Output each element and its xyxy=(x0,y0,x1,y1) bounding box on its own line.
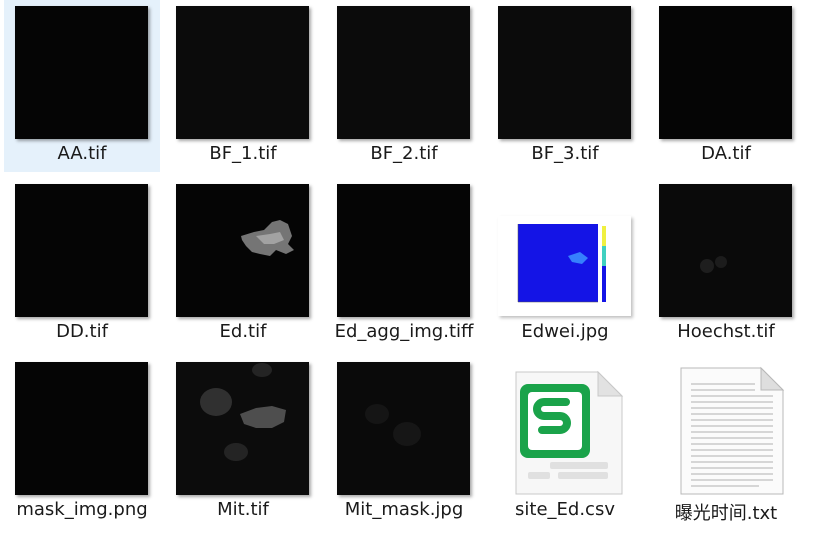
file-name: 曝光时间.txt xyxy=(674,503,778,524)
file-name: BF_1.tif xyxy=(209,143,277,164)
tif-thumbnail xyxy=(176,6,309,139)
png-thumbnail xyxy=(15,362,148,495)
jpg-thumbnail xyxy=(337,362,470,495)
tif-thumbnail xyxy=(498,6,631,139)
file-name: Hoechst.tif xyxy=(677,321,775,342)
file-item-aa[interactable]: AA.tif xyxy=(4,0,160,172)
file-name: Ed.tif xyxy=(219,321,267,342)
file-item-exposure-time[interactable]: 曝光时间.txt xyxy=(648,356,804,528)
file-item-mask-img[interactable]: mask_img.png xyxy=(4,356,160,528)
cell-image-thumbnail xyxy=(176,184,309,317)
file-item-edwei[interactable]: Edwei.jpg xyxy=(487,178,643,350)
tif-thumbnail xyxy=(337,184,470,317)
file-item-site-ed[interactable]: site_Ed.csv xyxy=(487,356,643,528)
text-file-icon xyxy=(659,362,792,495)
file-grid: AA.tif BF_1.tif BF_2.tif BF_3.tif DA.tif… xyxy=(0,0,835,546)
file-item-bf3[interactable]: BF_3.tif xyxy=(487,0,643,172)
tif-thumbnail xyxy=(15,184,148,317)
tif-thumbnail xyxy=(337,6,470,139)
file-item-bf1[interactable]: BF_1.tif xyxy=(165,0,321,172)
file-item-hoechst[interactable]: Hoechst.tif xyxy=(648,178,804,350)
file-name: DA.tif xyxy=(701,143,751,164)
tif-thumbnail xyxy=(15,6,148,139)
file-item-mit-mask[interactable]: Mit_mask.jpg xyxy=(326,356,482,528)
file-name: Edwei.jpg xyxy=(521,321,609,342)
file-name: AA.tif xyxy=(57,143,107,164)
file-item-dd[interactable]: DD.tif xyxy=(4,178,160,350)
heatmap-thumbnail xyxy=(498,216,631,316)
file-item-ed-agg[interactable]: Ed_agg_img.tiff xyxy=(326,178,482,350)
file-name: DD.tif xyxy=(56,321,108,342)
file-name: Mit.tif xyxy=(217,499,269,520)
file-item-ed[interactable]: Ed.tif xyxy=(165,178,321,350)
file-item-da[interactable]: DA.tif xyxy=(648,0,804,172)
spreadsheet-file-icon xyxy=(498,362,631,495)
file-name: Ed_agg_img.tiff xyxy=(334,321,474,342)
file-name: BF_3.tif xyxy=(531,143,599,164)
tif-thumbnail xyxy=(659,6,792,139)
file-name: site_Ed.csv xyxy=(515,499,615,520)
file-name: Mit_mask.jpg xyxy=(344,499,464,520)
file-item-bf2[interactable]: BF_2.tif xyxy=(326,0,482,172)
file-name: BF_2.tif xyxy=(370,143,438,164)
mitochondria-image-thumbnail xyxy=(176,362,309,495)
nuclei-image-thumbnail xyxy=(659,184,792,317)
file-item-mit[interactable]: Mit.tif xyxy=(165,356,321,528)
file-name: mask_img.png xyxy=(16,499,148,520)
